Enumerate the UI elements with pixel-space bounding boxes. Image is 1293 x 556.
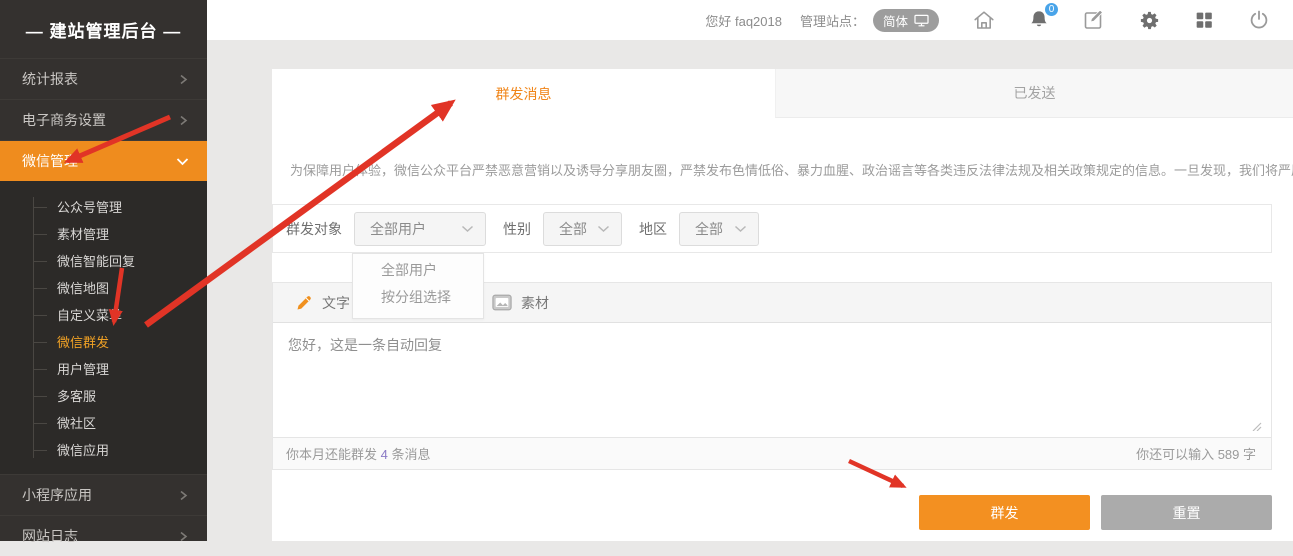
sidebar-item-site-log[interactable]: 网站日志	[0, 515, 207, 556]
chevron-down-icon	[734, 225, 747, 233]
chevron-down-icon	[461, 225, 474, 233]
dropdown-option-by-group[interactable]: 按分组选择	[353, 284, 483, 311]
sidebar-subitem-material[interactable]: 素材管理	[0, 221, 207, 248]
tabs: 群发消息 已发送	[272, 69, 1293, 118]
notification-badge: 0	[1044, 2, 1059, 17]
material-tool[interactable]: 素材	[492, 293, 549, 313]
home-icon[interactable]	[971, 7, 997, 33]
target-label: 群发对象	[286, 219, 342, 239]
sidebar-subitem-wechat-map[interactable]: 微信地图	[0, 275, 207, 302]
edit-icon[interactable]	[1081, 7, 1107, 33]
resize-grip[interactable]	[1251, 418, 1262, 434]
material-tool-label: 素材	[521, 293, 549, 313]
notifications-bell-icon[interactable]: 0	[1026, 7, 1052, 33]
sidebar-item-label: 统计报表	[22, 69, 78, 89]
chevron-down-icon	[597, 225, 610, 233]
gender-select-value: 全部	[559, 219, 587, 239]
chevron-right-icon	[178, 490, 189, 501]
message-textarea[interactable]: 您好，这是一条自动回复	[273, 323, 1271, 437]
sidebar: — 建站管理后台 — 统计报表 电子商务设置 微信管理 公众号管理 素材管理 微…	[0, 0, 207, 541]
app-logo: — 建站管理后台 —	[0, 0, 207, 58]
region-select[interactable]: 全部	[679, 212, 759, 246]
sidebar-item-mini-program[interactable]: 小程序应用	[0, 474, 207, 515]
gender-select[interactable]: 全部	[543, 212, 622, 246]
sidebar-subitem-mass-send[interactable]: 微信群发	[0, 329, 207, 356]
sidebar-item-statistics[interactable]: 统计报表	[0, 58, 207, 99]
sidebar-item-label: 电子商务设置	[22, 110, 106, 130]
target-select-dropdown: 全部用户 按分组选择	[352, 253, 484, 319]
monitor-icon	[914, 14, 929, 27]
sidebar-subitem-multi-service[interactable]: 多客服	[0, 383, 207, 410]
reset-button[interactable]: 重置	[1101, 495, 1272, 530]
quota-count: 4	[381, 447, 388, 462]
sidebar-subitem-wechat-app[interactable]: 微信应用	[0, 437, 207, 464]
action-buttons: 群发 重置	[919, 495, 1272, 530]
editor-footer: 你本月还能群发 4 条消息 你还可以输入 589 字	[273, 437, 1271, 469]
sidebar-item-label: 小程序应用	[22, 485, 92, 505]
tab-mass-send-message[interactable]: 群发消息	[272, 69, 775, 118]
region-label: 地区	[639, 219, 667, 239]
power-logout-icon[interactable]	[1246, 7, 1272, 33]
language-switch-button[interactable]: 简体	[873, 9, 939, 32]
text-tool[interactable]: 文字	[295, 293, 350, 313]
target-select-value: 全部用户	[370, 219, 426, 239]
chars-left-text: 你还可以输入 589 字	[1136, 444, 1256, 463]
mass-send-button[interactable]: 群发	[919, 495, 1090, 530]
apps-grid-icon[interactable]	[1191, 7, 1217, 33]
sidebar-item-wechat-management[interactable]: 微信管理	[0, 140, 207, 181]
sidebar-item-ecommerce[interactable]: 电子商务设置	[0, 99, 207, 140]
chevron-right-icon	[178, 531, 189, 542]
tab-sent[interactable]: 已发送	[775, 69, 1293, 118]
topbar: 您好 faq2018 管理站点： 简体 0	[207, 0, 1293, 40]
target-select[interactable]: 全部用户	[354, 212, 486, 246]
filter-bar: 群发对象 全部用户 性别 全部 地区 全部	[272, 204, 1272, 253]
sidebar-submenu: 公众号管理 素材管理 微信智能回复 微信地图 自定义菜单 微信群发 用户管理 多…	[0, 181, 207, 474]
user-greeting: 您好 faq2018	[705, 11, 782, 30]
text-tool-label: 文字	[322, 293, 350, 313]
pencil-icon	[295, 294, 313, 312]
gender-label: 性别	[503, 219, 531, 239]
image-icon	[492, 294, 512, 311]
policy-notice: 为保障用户体验，微信公众平台严禁恶意营销以及诱导分享朋友圈，严禁发布色情低俗、暴…	[272, 160, 1293, 179]
content-card: 群发消息 已发送 为保障用户体验，微信公众平台严禁恶意营销以及诱导分享朋友圈，严…	[272, 69, 1293, 541]
managed-site-label: 管理站点：	[800, 11, 865, 30]
sidebar-subitem-micro-community[interactable]: 微社区	[0, 410, 207, 437]
sidebar-subitem-smart-reply[interactable]: 微信智能回复	[0, 248, 207, 275]
chevron-right-icon	[178, 74, 189, 85]
language-label: 简体	[883, 11, 908, 30]
sidebar-subitem-custom-menu[interactable]: 自定义菜单	[0, 302, 207, 329]
sidebar-subitem-user-management[interactable]: 用户管理	[0, 356, 207, 383]
main-area: 您好 faq2018 管理站点： 简体 0 群发消息 已发送	[207, 0, 1293, 541]
dropdown-option-all-users[interactable]: 全部用户	[353, 257, 483, 284]
sidebar-item-label: 微信管理	[22, 151, 78, 171]
sidebar-subitem-official-account[interactable]: 公众号管理	[0, 194, 207, 221]
message-content: 您好，这是一条自动回复	[288, 337, 442, 353]
monthly-quota-text: 你本月还能群发 4 条消息	[286, 444, 430, 463]
region-select-value: 全部	[695, 219, 723, 239]
gear-icon[interactable]	[1136, 7, 1162, 33]
chevron-down-icon	[176, 157, 189, 166]
sidebar-item-label: 网站日志	[22, 526, 78, 546]
chevron-right-icon	[178, 115, 189, 126]
